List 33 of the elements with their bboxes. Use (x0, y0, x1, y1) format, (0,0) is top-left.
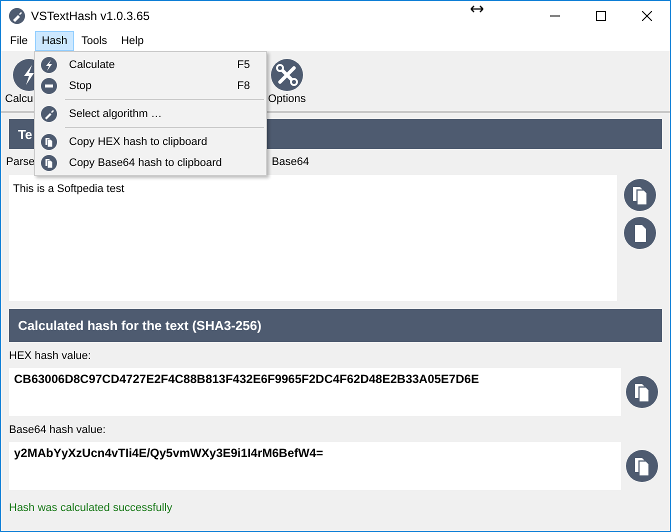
menu-item-icon (41, 56, 57, 72)
menu-item-icon (41, 154, 57, 170)
copy-button[interactable] (626, 450, 658, 482)
menu-item[interactable]: Stop F8 (35, 75, 266, 96)
option-label: Base64 (272, 156, 310, 168)
hex-hash-field[interactable]: CB63006D8C97CD4727E2F4C88B813F432E6F9965F2DC4F62D48E2B33A05E7D6E (9, 368, 621, 416)
option-label: Parse (6, 156, 35, 168)
close-icon (642, 11, 652, 21)
menu-item[interactable]: File (3, 31, 35, 51)
menu-item[interactable]: Calculate F5 (35, 54, 266, 75)
status-message: Hash was calculated successfully (9, 502, 174, 514)
menu-item[interactable]: Help (114, 31, 151, 51)
options-toolbar-button[interactable]: Options (268, 51, 306, 111)
menu-item-icon (41, 134, 57, 150)
text-input-field[interactable]: This is a Softpedia test (9, 175, 617, 301)
menu-item-icon (41, 106, 57, 122)
section-header: Calculated hash for the text (SHA3-256) (9, 309, 662, 342)
tools-icon (270, 59, 303, 91)
base64-hash-field[interactable]: y2MAbYyXzUcn4vTIi4E/Qy5vmWXy3E9i1I4rM6BefW4= (9, 442, 621, 490)
resize-cursor-icon (470, 4, 484, 14)
menu-item-icon (41, 78, 57, 94)
field-label: HEX hash value: (9, 349, 92, 364)
app-icon (9, 8, 25, 24)
menu-item[interactable]: Copy HEX hash to clipboard (35, 131, 266, 152)
menu-item[interactable]: Copy Base64 hash to clipboard (35, 152, 266, 173)
copy-button[interactable] (626, 376, 658, 408)
document-button[interactable] (624, 217, 656, 249)
copy-button[interactable] (624, 179, 656, 211)
menu-item[interactable]: Tools (74, 31, 114, 51)
field-label: Base64 hash value: (9, 423, 107, 438)
window-title: VSTextHash v1.0.3.65 (31, 9, 150, 23)
menu-item[interactable]: Hash (34, 31, 74, 51)
maximize-icon (596, 11, 606, 21)
